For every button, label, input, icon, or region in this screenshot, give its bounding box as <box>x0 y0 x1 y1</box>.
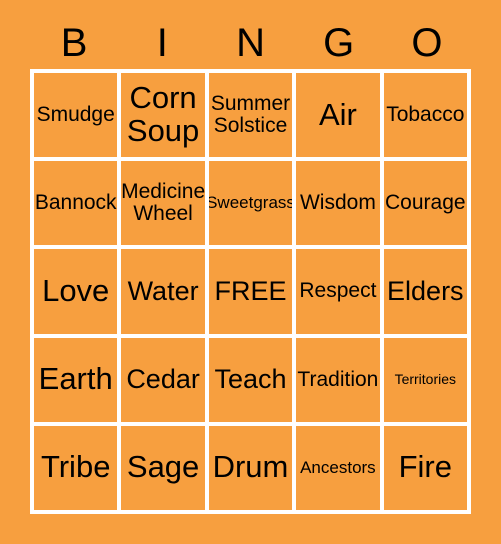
bingo-cell[interactable]: Cedar <box>121 337 205 422</box>
header-letter-o: O <box>411 21 443 65</box>
bingo-cell[interactable]: Tribe <box>34 425 118 510</box>
bingo-cell[interactable]: Territories <box>383 337 467 422</box>
bingo-cell[interactable]: Earth <box>34 337 118 422</box>
bingo-cell[interactable]: Corn Soup <box>121 73 205 158</box>
bingo-cell[interactable]: Tradition <box>296 337 380 422</box>
bingo-cell[interactable]: Air <box>296 73 380 158</box>
bingo-cell[interactable]: Sweetgrass <box>208 161 293 246</box>
bingo-cell[interactable]: Elders <box>383 249 467 334</box>
bingo-cell[interactable]: Drum <box>208 425 293 510</box>
bingo-cell[interactable]: Fire <box>383 425 467 510</box>
bingo-cell[interactable]: Smudge <box>34 73 118 158</box>
bingo-cell[interactable]: Ancestors <box>296 425 380 510</box>
bingo-cell[interactable]: Medicine Wheel <box>121 161 205 246</box>
bingo-grid: Smudge Corn Soup Summer Solstice Air Tob… <box>30 69 471 514</box>
bingo-header: B I N G O <box>30 18 471 68</box>
bingo-cell-free[interactable]: FREE <box>208 249 293 334</box>
header-letter-g: G <box>323 21 355 65</box>
header-letter-b: B <box>60 21 88 65</box>
header-letter-n: N <box>236 21 265 65</box>
bingo-card: B I N G O Smudge Corn Soup Summer Solsti… <box>0 0 501 544</box>
bingo-cell[interactable]: Tobacco <box>383 73 467 158</box>
bingo-cell[interactable]: Sage <box>121 425 205 510</box>
bingo-cell[interactable]: Courage <box>383 161 467 246</box>
bingo-cell[interactable]: Respect <box>296 249 380 334</box>
bingo-cell[interactable]: Summer Solstice <box>208 73 293 158</box>
bingo-cell[interactable]: Water <box>121 249 205 334</box>
header-letter-i: I <box>156 21 168 65</box>
bingo-cell[interactable]: Bannock <box>34 161 118 246</box>
bingo-cell[interactable]: Wisdom <box>296 161 380 246</box>
bingo-cell[interactable]: Love <box>34 249 118 334</box>
bingo-cell[interactable]: Teach <box>208 337 293 422</box>
